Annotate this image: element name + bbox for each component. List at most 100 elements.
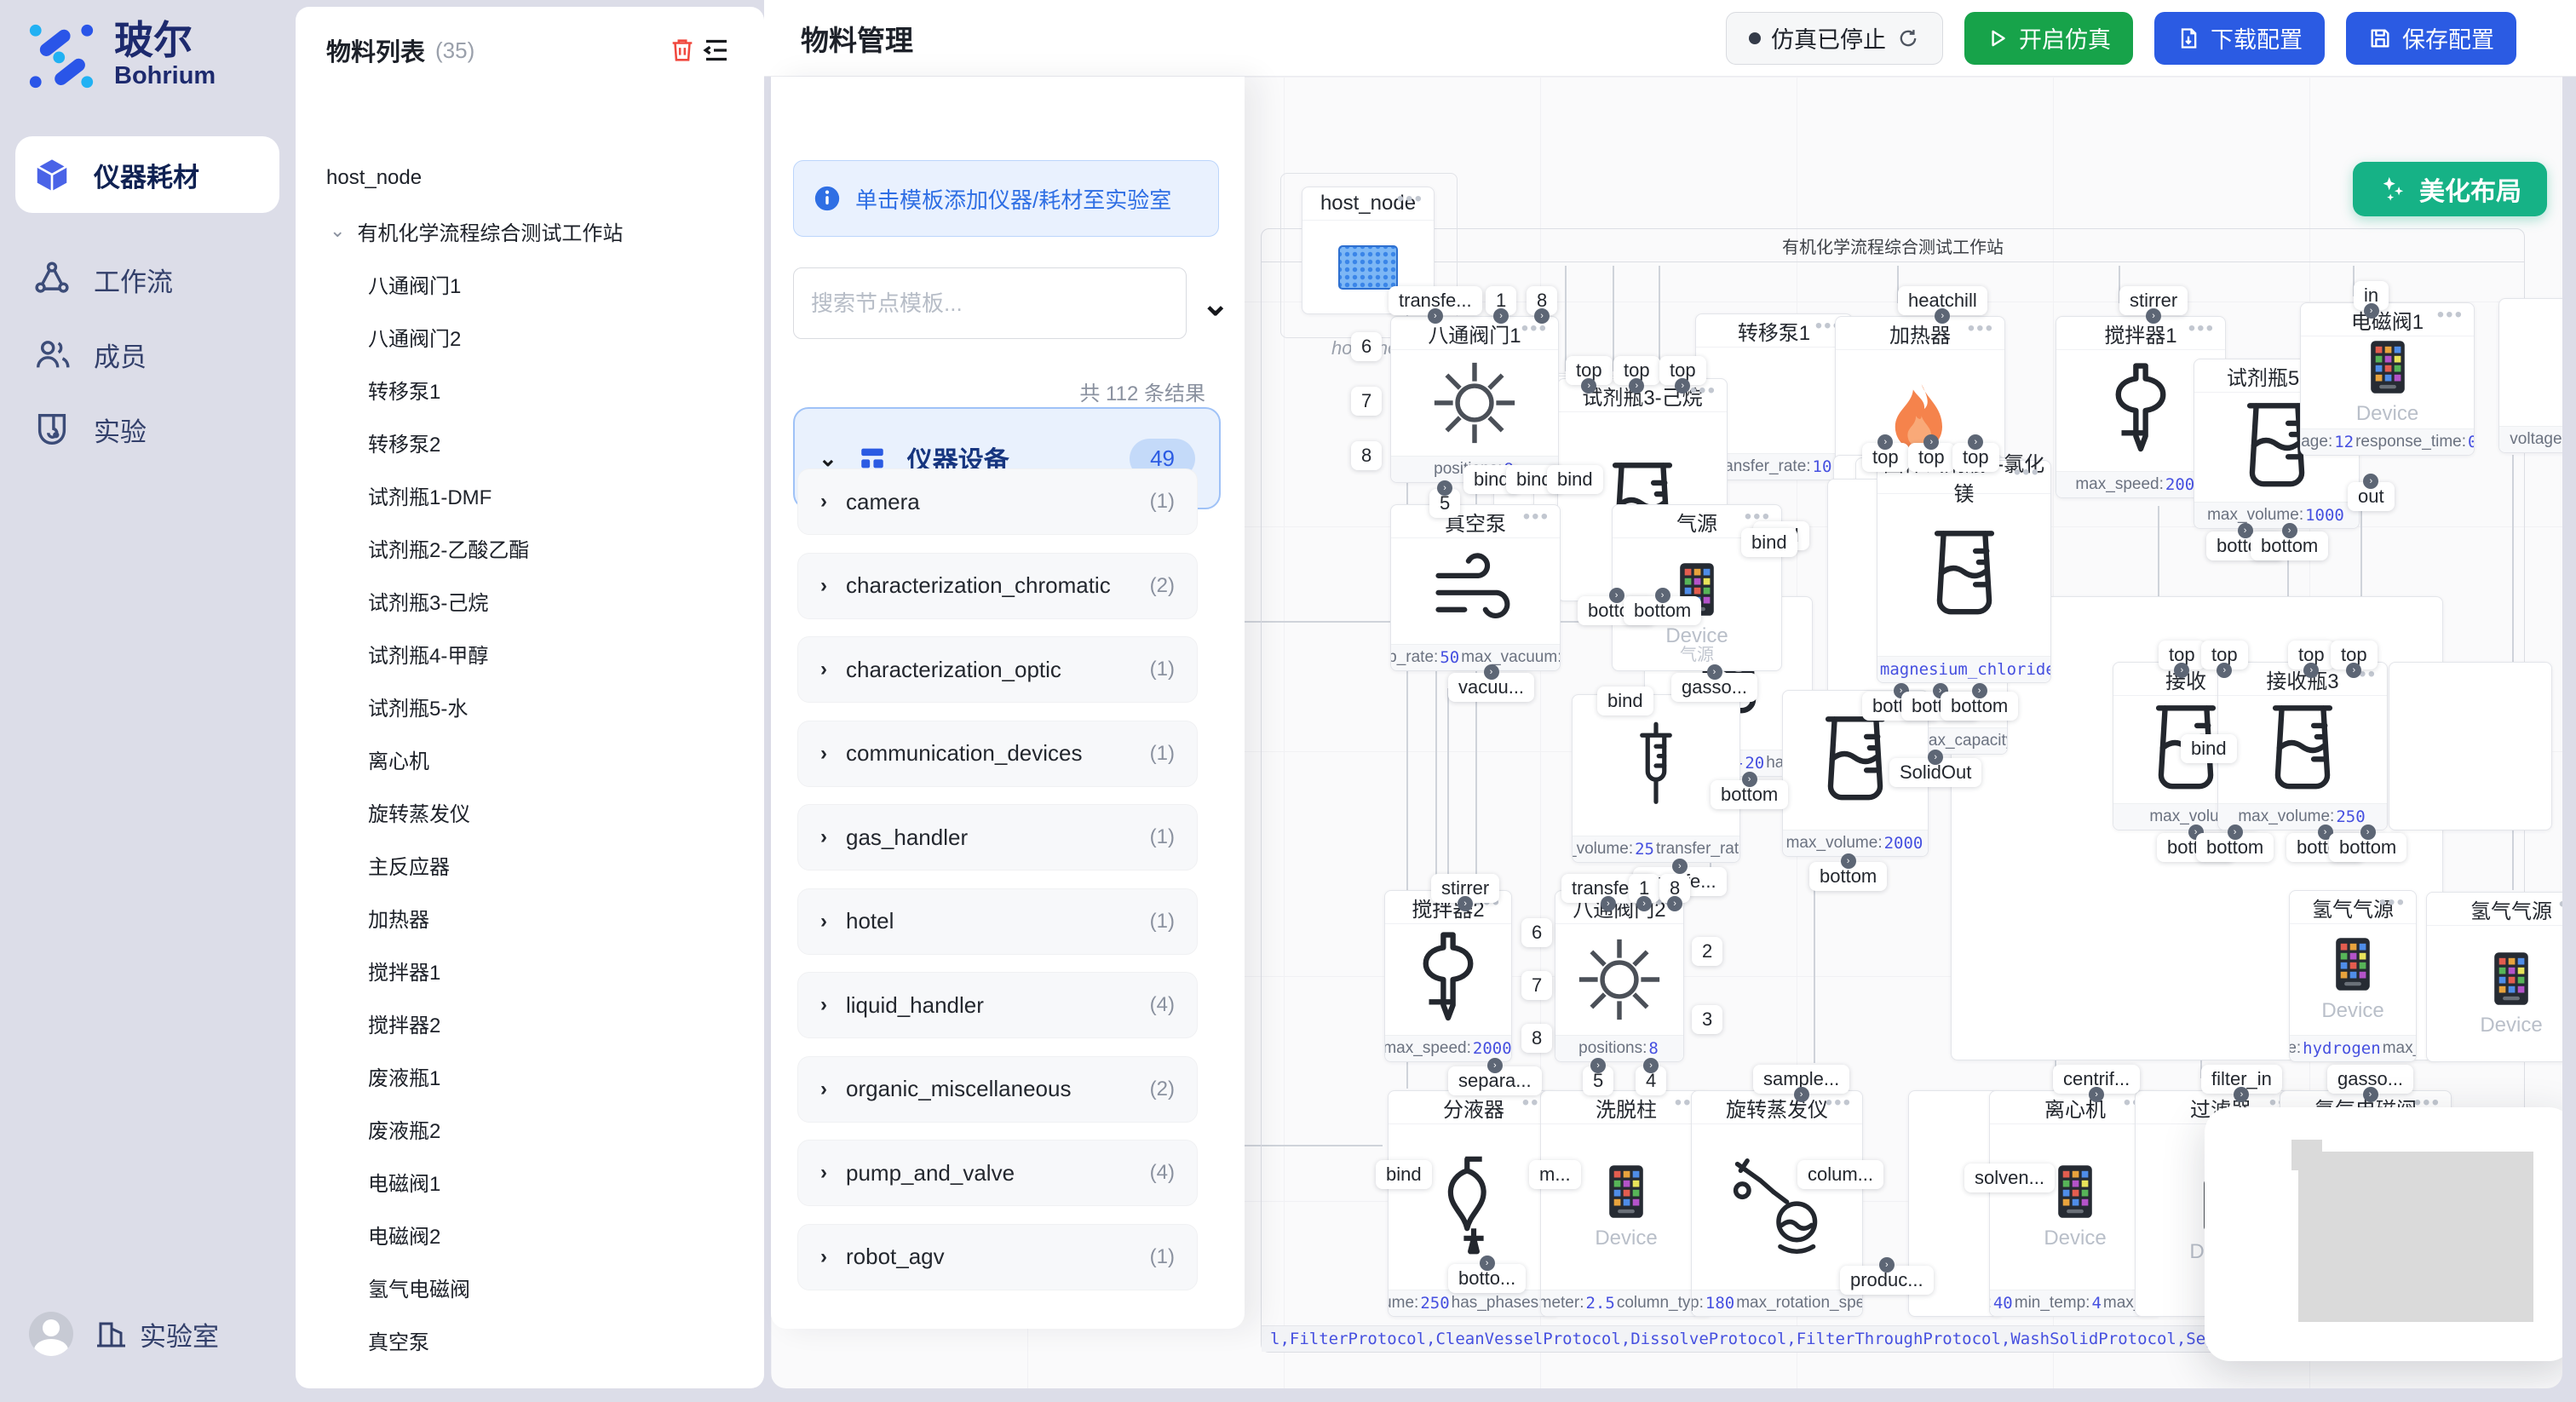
canvas-node-recv-bottle-c[interactable] — [2389, 662, 2552, 830]
sidebar-item-3[interactable]: 实验 — [15, 402, 279, 457]
tree-item-5[interactable]: 试剂瓶2-乙酸乙酯 — [296, 521, 764, 574]
node-menu-icon[interactable]: ••• — [1397, 187, 1423, 211]
port-dot-icon[interactable]: › — [1534, 308, 1550, 324]
port-chip-4[interactable]: 4› — [1636, 1066, 1666, 1095]
template-category-characterization_optic[interactable]: ›characterization_optic(1) — [797, 636, 1198, 703]
port-chip-solven-[interactable]: solven... — [1964, 1164, 2055, 1192]
port-chip-in[interactable]: in› — [2354, 281, 2389, 310]
port-chip-top[interactable]: top› — [1952, 443, 1999, 472]
canvas-node-h2-source-2[interactable]: 氢气气源•••Device — [2426, 892, 2562, 1062]
port-chip-bind[interactable]: bind — [1376, 1160, 1432, 1189]
port-chip-bottom[interactable]: bottom› — [1941, 692, 2018, 721]
port-chip-1[interactable]: 1› — [1629, 874, 1659, 903]
beautify-layout-button[interactable]: 美化布局 — [2353, 162, 2547, 216]
sidebar-item-0[interactable]: 仪器耗材 — [15, 136, 279, 213]
canvas-node-solenoid-1[interactable]: 电磁阀1•••Devicevoltage: 12 response_time: … — [2300, 302, 2475, 456]
port-chip-6[interactable]: 6 — [1521, 918, 1552, 947]
port-chip-top[interactable]: top› — [1566, 356, 1613, 385]
tree-item-17[interactable]: 电磁阀1 — [296, 1155, 764, 1208]
canvas-node-eight-valve-1[interactable]: 八通阀门1•••positions: 8 — [1390, 316, 1559, 483]
canvas-node-stirrer-2[interactable]: 搅拌器2•••max_speed: 2000 — [1384, 890, 1512, 1062]
port-chip-bind[interactable]: bind — [1597, 687, 1653, 715]
template-category-liquid_handler[interactable]: ›liquid_handler(4) — [797, 972, 1198, 1038]
template-category-gas_handler[interactable]: ›gas_handler(1) — [797, 804, 1198, 871]
port-chip-5[interactable]: 5› — [1583, 1066, 1613, 1095]
port-chip-transfe-[interactable]: transfe...› — [1389, 286, 1482, 315]
node-menu-icon[interactable]: ••• — [1968, 317, 1994, 341]
download-config-button[interactable]: 下载配置 — [2154, 12, 2325, 65]
tree-item-16[interactable]: 废液瓶2 — [296, 1102, 764, 1155]
port-dot-icon[interactable]: › — [1794, 1087, 1809, 1102]
port-dot-icon[interactable]: › — [1484, 664, 1499, 680]
sidebar-item-2[interactable]: 成员 — [15, 327, 279, 382]
node-menu-icon[interactable]: ••• — [1826, 1091, 1852, 1115]
tree-item-root[interactable]: host_node — [296, 152, 764, 204]
canvas-node-eight-valve-2[interactable]: 八通阀门2•••positions: 8 — [1555, 890, 1684, 1062]
canvas-node-solenoid-2[interactable]: voltage: 12 — [2498, 298, 2562, 453]
port-dot-icon[interactable]: › — [2146, 308, 2161, 324]
port-chip-top[interactable]: top› — [2331, 641, 2378, 669]
port-chip-top[interactable]: top› — [2159, 641, 2205, 669]
canvas-node-transfer-pump-2[interactable]: max_volume: 25 transfer_rate: 10 — [1572, 694, 1740, 863]
port-chip-bind[interactable]: bind — [1741, 528, 1797, 557]
port-chip-heatchill[interactable]: heatchill› — [1898, 286, 1987, 315]
port-dot-icon[interactable]: › — [1609, 588, 1624, 603]
tree-item-12[interactable]: 加热器 — [296, 891, 764, 944]
node-menu-icon[interactable]: ••• — [2379, 891, 2406, 915]
port-chip-bottom[interactable]: bottom› — [1624, 596, 1701, 625]
port-dot-icon[interactable]: › — [1487, 1058, 1503, 1073]
port-chip-stirrer[interactable]: stirrer› — [2119, 286, 2188, 315]
port-chip-bind[interactable]: bind — [2181, 734, 2237, 763]
tree-item-0[interactable]: 八通阀门1 — [296, 257, 764, 310]
node-menu-icon[interactable]: ••• — [2437, 303, 2464, 327]
port-chip-bottom[interactable]: bottom› — [1809, 862, 1887, 891]
tree-item-8[interactable]: 试剂瓶5-水 — [296, 680, 764, 733]
tree-item-2[interactable]: 转移泵1 — [296, 363, 764, 416]
tree-item-6[interactable]: 试剂瓶3-己烷 — [296, 574, 764, 627]
port-dot-icon[interactable]: › — [2282, 523, 2297, 538]
port-dot-icon[interactable]: › — [1879, 1257, 1895, 1273]
port-dot-icon[interactable]: › — [2364, 303, 2379, 319]
port-chip-bind[interactable]: bind — [1547, 465, 1603, 494]
port-dot-icon[interactable]: › — [1480, 1255, 1495, 1271]
sim-status-pill[interactable]: 仿真已停止 — [1726, 12, 1943, 65]
port-chip-sample-[interactable]: sample...› — [1753, 1065, 1849, 1094]
node-menu-icon[interactable]: ••• — [1523, 505, 1550, 529]
template-category-camera[interactable]: ›camera(1) — [797, 468, 1198, 535]
port-chip-2[interactable]: 2 — [1692, 937, 1722, 966]
node-menu-icon[interactable]: ••• — [2559, 893, 2562, 916]
tree-item-18[interactable]: 电磁阀2 — [296, 1208, 764, 1261]
port-chip-7[interactable]: 7 — [1351, 387, 1382, 416]
port-chip-1[interactable]: 1› — [1486, 286, 1516, 315]
template-category-robot_agv[interactable]: ›robot_agv(1) — [797, 1224, 1198, 1290]
collapse-tree-icon[interactable] — [699, 33, 733, 67]
port-chip-8[interactable]: 8› — [1527, 286, 1557, 315]
port-chip-8[interactable]: 8› — [1659, 874, 1690, 903]
canvas-node-solid-bottle-3[interactable]: 固体试剂瓶3-氯化镁•••agent: magnesium_chloride p… — [1877, 460, 2051, 683]
tree-item-3[interactable]: 转移泵2 — [296, 416, 764, 468]
port-chip-top[interactable]: top› — [1908, 443, 1955, 472]
port-chip-top[interactable]: top› — [2201, 641, 2248, 669]
template-category-communication_devices[interactable]: ›communication_devices(1) — [797, 721, 1198, 787]
chevron-down-icon[interactable]: ⌄ — [1201, 284, 1230, 324]
tree-item-20[interactable]: 真空泵 — [296, 1313, 764, 1366]
tree-item-14[interactable]: 搅拌器2 — [296, 997, 764, 1049]
port-dot-icon[interactable]: › — [2363, 474, 2378, 489]
port-dot-icon[interactable]: › — [1458, 896, 1473, 911]
port-chip-m-[interactable]: m... — [1529, 1160, 1581, 1189]
canvas-node-rotovap[interactable]: 旋转蒸发仪•••temp: 180 max_rotation_speed: — [1691, 1090, 1863, 1317]
node-menu-icon[interactable]: ••• — [2188, 317, 2215, 341]
port-chip-botto-[interactable]: botto...› — [1448, 1264, 1526, 1293]
port-dot-icon[interactable]: › — [1437, 480, 1452, 496]
port-chip-8[interactable]: 8 — [1351, 441, 1382, 470]
template-category-organic_miscellaneous[interactable]: ›organic_miscellaneous(2) — [797, 1056, 1198, 1123]
port-dot-icon[interactable]: › — [2363, 1087, 2378, 1102]
template-category-characterization_chromatic[interactable]: ›characterization_chromatic(2) — [797, 553, 1198, 619]
port-chip-centrif-[interactable]: centrif...› — [2053, 1065, 2140, 1094]
tree-item-4[interactable]: 试剂瓶1-DMF — [296, 468, 764, 521]
port-dot-icon[interactable]: › — [1972, 683, 1987, 698]
port-chip-6[interactable]: 6 — [1351, 332, 1382, 361]
tree-item-7[interactable]: 试剂瓶4-甲醇 — [296, 627, 764, 680]
search-input[interactable] — [793, 267, 1187, 339]
port-dot-icon[interactable]: › — [1968, 434, 1983, 450]
